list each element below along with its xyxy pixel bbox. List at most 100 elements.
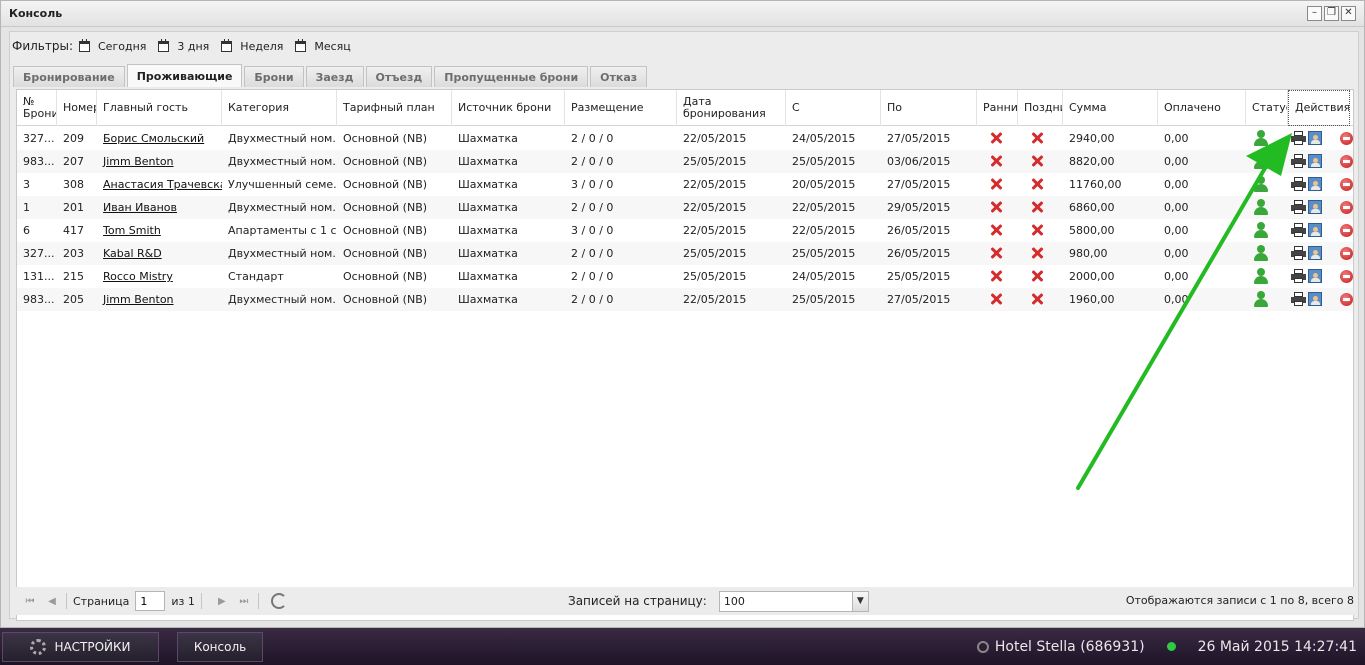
settings-button[interactable]: НАСТРОЙКИ: [2, 631, 159, 662]
guest-link[interactable]: Анастасия Трачевская: [97, 173, 222, 196]
per-page-select[interactable]: 100 ▼: [718, 590, 869, 612]
guest-card-icon[interactable]: [1308, 154, 1322, 168]
refresh-icon[interactable]: [270, 593, 287, 609]
cell-room: 201: [63, 201, 84, 214]
table-row[interactable]: 983... 205 Jimm Benton Двухместный ном... Ос…: [17, 288, 1353, 311]
status-user-icon: [1253, 176, 1269, 193]
print-icon[interactable]: [1291, 131, 1306, 145]
delete-icon[interactable]: [1340, 155, 1353, 168]
print-icon[interactable]: [1291, 246, 1306, 260]
tab-item[interactable]: Отказ: [590, 66, 648, 87]
table-row[interactable]: 983... 207 Jimm Benton Двухместный ном... Ос…: [17, 150, 1353, 173]
delete-icon[interactable]: [1340, 132, 1353, 145]
guest-link[interactable]: Kabal R&D: [97, 242, 222, 265]
column-header[interactable]: № Брони: [17, 90, 57, 126]
last-page-button[interactable]: ⏭: [236, 593, 252, 609]
delete-icon[interactable]: [1340, 270, 1353, 283]
tab-item[interactable]: Заезд: [305, 66, 364, 87]
column-header[interactable]: Ранний: [977, 90, 1018, 126]
print-icon[interactable]: [1291, 223, 1306, 237]
guests-grid: № Брони Номер Главный гость Категория Тарифн…: [16, 89, 1354, 621]
close-button[interactable]: ✕: [1341, 6, 1356, 21]
guest-link[interactable]: Tom Smith: [97, 219, 222, 242]
delete-icon[interactable]: [1340, 247, 1353, 260]
guest-card-icon[interactable]: [1308, 131, 1322, 145]
column-header[interactable]: С: [786, 90, 881, 126]
print-icon[interactable]: [1291, 292, 1306, 306]
late-checkout-x-icon: [1031, 132, 1043, 144]
table-row[interactable]: 6 417 Tom Smith Апартаменты с 1 с... Основно…: [17, 219, 1353, 242]
tab-item[interactable]: Пропущенные брони: [434, 66, 589, 87]
guest-card-icon[interactable]: [1308, 292, 1322, 306]
filter-3-days[interactable]: 3 дня: [158, 38, 209, 53]
tab-item[interactable]: Брони: [244, 66, 304, 87]
table-row[interactable]: 3 308 Анастасия Трачевская Улучшенный семе.…: [17, 173, 1353, 196]
delete-icon[interactable]: [1340, 178, 1353, 191]
guest-link[interactable]: Борис Смольский: [97, 127, 222, 150]
table-row[interactable]: 327... 209 Борис Смольский Двухместный ном.…: [17, 127, 1353, 150]
table-row[interactable]: 131... 215 Rocco Mistry Стандарт Основной (N…: [17, 265, 1353, 288]
print-icon[interactable]: [1291, 269, 1306, 283]
filter-week[interactable]: Неделя: [221, 38, 283, 53]
phone-icon: [976, 640, 989, 653]
guest-link[interactable]: Jimm Benton: [97, 288, 222, 311]
filter-today[interactable]: Сегодня: [79, 38, 146, 53]
column-header[interactable]: Размещение: [565, 90, 677, 126]
first-page-button[interactable]: ⏮: [22, 593, 38, 609]
column-header[interactable]: Оплачено: [1158, 90, 1246, 126]
calendar-icon: [158, 38, 170, 52]
console-taskbar-button[interactable]: Консоль: [177, 631, 263, 662]
column-header[interactable]: Поздний: [1018, 90, 1063, 126]
early-checkin-x-icon: [990, 201, 1002, 213]
restore-button[interactable]: ❐: [1324, 6, 1339, 21]
tab-item[interactable]: Бронирование: [13, 66, 125, 87]
column-header[interactable]: Категория: [222, 90, 337, 126]
delete-icon[interactable]: [1340, 201, 1353, 214]
column-header[interactable]: Дата бронирования: [677, 90, 786, 126]
column-header[interactable]: Сумма: [1063, 90, 1158, 126]
page-number-input[interactable]: [135, 591, 166, 611]
filter-label: Месяц: [314, 39, 351, 53]
minimize-button[interactable]: –: [1307, 6, 1322, 21]
cell-id: 327...: [23, 132, 55, 145]
guest-card-icon[interactable]: [1308, 177, 1322, 191]
cell-category: Двухместный ном...: [228, 155, 337, 168]
column-header[interactable]: Действия: [1288, 90, 1350, 126]
chevron-down-icon[interactable]: ▼: [851, 591, 868, 611]
prev-page-button[interactable]: ◀: [44, 593, 60, 609]
print-icon[interactable]: [1291, 177, 1306, 191]
cell-booked: 25/05/2015: [683, 155, 747, 168]
filter-month[interactable]: Месяц: [295, 38, 351, 53]
guest-card-icon[interactable]: [1308, 200, 1322, 214]
print-icon[interactable]: [1291, 200, 1306, 214]
column-header[interactable]: Главный гость: [97, 90, 222, 126]
guest-card-icon[interactable]: [1308, 269, 1322, 283]
tab-bar: Бронирование Проживающие Брони Заезд Отъезд П…: [13, 64, 648, 87]
column-header[interactable]: Номер: [57, 90, 97, 126]
tab-item[interactable]: Отъезд: [365, 66, 433, 87]
column-header[interactable]: Статус: [1246, 90, 1288, 126]
guest-link[interactable]: Rocco Mistry: [97, 265, 222, 288]
print-icon[interactable]: [1291, 154, 1306, 168]
page-count: из 1: [171, 594, 195, 608]
early-checkin-x-icon: [990, 155, 1002, 167]
column-header[interactable]: По: [881, 90, 977, 126]
cell-source: Шахматка: [458, 132, 518, 145]
column-header[interactable]: Источник брони: [452, 90, 565, 126]
status-user-icon: [1253, 199, 1269, 216]
delete-icon[interactable]: [1340, 224, 1353, 237]
table-row[interactable]: 327... 203 Kabal R&D Двухместный ном... Осно…: [17, 242, 1353, 265]
cell-placement: 2 / 0 / 0: [571, 293, 614, 306]
cell-sum: 2940,00: [1069, 132, 1115, 145]
guest-card-icon[interactable]: [1308, 223, 1322, 237]
tab-item[interactable]: Проживающие: [126, 64, 243, 87]
table-row[interactable]: 1 201 Иван Иванов Двухместный ном... Основно…: [17, 196, 1353, 219]
column-header[interactable]: Тарифный план: [337, 90, 452, 126]
guest-link[interactable]: Иван Иванов: [97, 196, 222, 219]
guest-link[interactable]: Jimm Benton: [97, 150, 222, 173]
early-checkin-x-icon: [990, 270, 1002, 282]
delete-icon[interactable]: [1340, 293, 1353, 306]
cell-category: Двухместный ном...: [228, 132, 337, 145]
next-page-button[interactable]: ▶: [214, 593, 230, 609]
guest-card-icon[interactable]: [1308, 246, 1322, 260]
